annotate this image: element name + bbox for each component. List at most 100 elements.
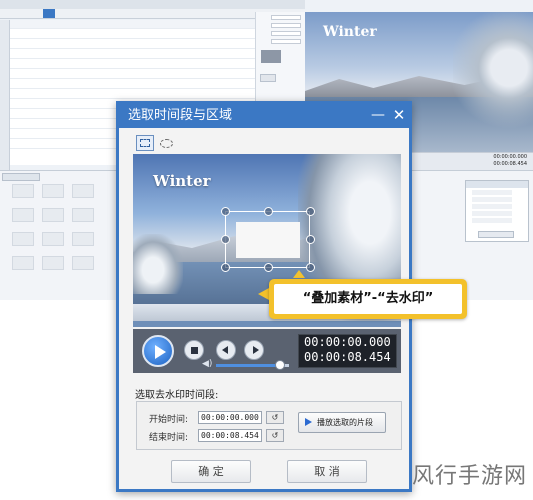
bg-tree <box>453 12 533 152</box>
bg-property-line <box>472 211 512 216</box>
resize-handle[interactable] <box>221 235 230 244</box>
close-icon[interactable]: ✕ <box>389 107 409 124</box>
background-titlebar <box>0 0 305 9</box>
play-icon <box>305 418 312 426</box>
dialog-titlebar[interactable]: 选取时间段与区域 — ✕ <box>119 104 409 128</box>
bg-setting-field[interactable] <box>271 31 301 36</box>
volume-slider-handle[interactable] <box>275 360 286 370</box>
bg-setting-field[interactable] <box>271 15 301 20</box>
resize-handle[interactable] <box>306 263 315 272</box>
bg-grid-cell[interactable] <box>12 256 34 270</box>
bg-list-header <box>10 20 255 29</box>
bg-setting-field[interactable] <box>271 23 301 28</box>
time-range-panel: 开始时间: 00:00:00.000 ↺ 结束时间: 00:00:08.454 … <box>136 401 402 450</box>
bg-properties-header <box>466 181 528 188</box>
watermark-selection-box[interactable] <box>221 207 315 272</box>
bg-property-line <box>472 197 512 202</box>
bg-grid-cell[interactable] <box>72 184 94 198</box>
bg-list-row[interactable] <box>10 49 255 59</box>
bg-menu-item[interactable] <box>101 9 113 18</box>
cancel-button[interactable]: 取 消 <box>287 460 367 483</box>
bg-menu-item[interactable] <box>58 9 70 18</box>
end-time-label: 结束时间: <box>149 433 189 443</box>
previous-icon[interactable] <box>216 340 236 360</box>
bg-menu-item[interactable] <box>87 9 97 18</box>
play-icon[interactable] <box>142 335 174 367</box>
bg-list-row[interactable] <box>10 69 255 79</box>
preview-snowy-shrub <box>133 234 183 294</box>
bg-list-row[interactable] <box>10 79 255 89</box>
bg-property-line <box>472 204 512 209</box>
bg-grid-cell[interactable] <box>42 184 64 198</box>
bg-grid-cell[interactable] <box>12 208 34 222</box>
stop-icon[interactable] <box>184 340 204 360</box>
resize-handle[interactable] <box>306 207 315 216</box>
bg-time-readout: 00:00:00.000 00:00:08.454 <box>493 154 527 168</box>
play-selected-clip-button[interactable]: 播放选取的片段 <box>298 412 386 433</box>
ellipse-select-icon[interactable] <box>157 135 175 151</box>
bg-menu-item[interactable] <box>73 9 85 18</box>
bg-grid-cell[interactable] <box>42 256 64 270</box>
next-icon[interactable] <box>244 340 264 360</box>
bg-list-row[interactable] <box>10 39 255 49</box>
bg-menu-item[interactable] <box>2 9 11 18</box>
bg-property-line <box>472 218 512 223</box>
rectangle-select-icon[interactable] <box>136 135 154 151</box>
background-tab[interactable] <box>2 173 40 181</box>
bg-menu-item-active[interactable] <box>43 9 56 18</box>
range-section-label: 选取去水印时间段: <box>135 390 219 401</box>
end-time-input[interactable]: 00:00:08.454 <box>198 429 262 442</box>
ok-button[interactable]: 确 定 <box>171 460 251 483</box>
bg-property-line <box>472 190 512 195</box>
site-watermark: 风行手游网 <box>412 464 528 489</box>
bg-properties-button[interactable] <box>478 231 514 238</box>
bg-video-title: Winter <box>323 24 377 40</box>
bg-menu-item[interactable] <box>29 9 41 18</box>
reset-end-icon[interactable]: ↺ <box>266 429 284 442</box>
bg-grid-cell[interactable] <box>72 208 94 222</box>
resize-handle[interactable] <box>264 263 273 272</box>
start-time-label: 开始时间: <box>149 415 189 425</box>
callout-tail <box>258 288 269 300</box>
preview-video-title: Winter <box>153 172 211 190</box>
bg-list-row[interactable] <box>10 29 255 39</box>
volume-icon[interactable]: ◀) <box>202 359 212 369</box>
bg-grid-cell[interactable] <box>42 232 64 246</box>
bg-list-row[interactable] <box>10 89 255 99</box>
bg-menu-item[interactable] <box>14 9 26 18</box>
callout-pointer <box>293 270 305 278</box>
total-time: 00:00:08.454 <box>304 350 391 364</box>
time-display: 00:00:00.000 00:00:08.454 <box>298 334 397 368</box>
resize-handle[interactable] <box>306 235 315 244</box>
bg-grid-cell[interactable] <box>42 208 64 222</box>
reset-start-icon[interactable]: ↺ <box>266 411 284 424</box>
callout-text: “叠加素材”-“去水印” <box>274 284 462 314</box>
background-properties-panel <box>465 180 529 242</box>
background-left-toolbar <box>0 20 10 170</box>
selection-fill <box>236 222 300 258</box>
bg-grid-cell[interactable] <box>72 256 94 270</box>
callout-annotation: “叠加素材”-“去水印” <box>269 279 467 319</box>
bg-thumbnail <box>261 50 281 63</box>
bg-grid-cell[interactable] <box>12 232 34 246</box>
bg-grid-cell[interactable] <box>12 184 34 198</box>
volume-slider-fill <box>216 364 281 367</box>
resize-handle[interactable] <box>264 207 273 216</box>
bg-time-current: 00:00:00.000 <box>493 154 527 160</box>
resize-handle[interactable] <box>221 207 230 216</box>
bg-setting-field[interactable] <box>271 39 301 44</box>
bg-time-total: 00:00:08.454 <box>493 161 527 167</box>
current-time: 00:00:00.000 <box>304 335 391 349</box>
background-settings-panel <box>255 12 305 102</box>
resize-handle[interactable] <box>221 263 230 272</box>
screenshot-scene: Winter 00:00:00.000 00:00:08.454 选取时间段与区… <box>0 0 533 500</box>
bg-grid-cell[interactable] <box>72 232 94 246</box>
play-selected-clip-label: 播放选取的片段 <box>317 418 373 427</box>
bg-setting-button[interactable] <box>260 74 276 82</box>
minimize-icon[interactable]: — <box>368 107 388 124</box>
background-thumbnail-grid <box>12 184 122 294</box>
bg-list-row[interactable] <box>10 59 255 69</box>
player-control-bar: ◀) 00:00:00.000 00:00:08.454 <box>133 329 401 373</box>
dialog-title: 选取时间段与区域 <box>128 108 233 123</box>
start-time-input[interactable]: 00:00:00.000 <box>198 411 262 424</box>
